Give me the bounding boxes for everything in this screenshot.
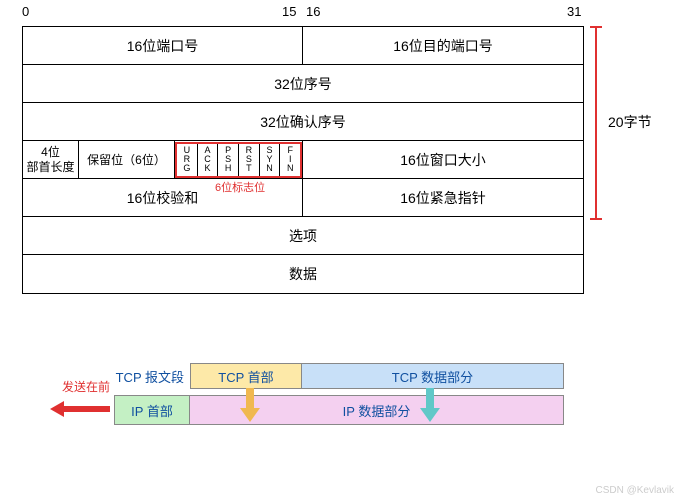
flag-ack: ACK [198,144,219,176]
bit-label-31: 31 [567,4,581,19]
data-field: 数据 [23,255,583,293]
tcp-segment-row: TCP 报文段 TCP 首部 TCP 数据部分 [60,362,620,390]
watermark: CSDN @Kevlavik [595,485,674,496]
bit-label-0: 0 [22,4,29,19]
src-port-field: 16位端口号 [23,27,303,64]
tcp-header-table: 16位端口号 16位目的端口号 32位序号 32位确认序号 4位 部首长度 保留… [22,26,584,294]
options-field: 选项 [23,217,583,254]
arrow-down-icon [240,388,260,422]
bit-label-15: 15 [282,4,296,19]
tcp-header-box: TCP 首部 [190,363,302,389]
dst-port-field: 16位目的端口号 [303,27,583,64]
flag-urg: URG [177,144,198,176]
tcp-data-box: TCP 数据部分 [302,363,564,389]
table-row: 4位 部首长度 保留位（6位） URG ACK PSH RST SYN FIN … [23,141,583,179]
flags-label: 6位标志位 [215,179,265,195]
size-bracket-icon [590,26,602,220]
send-first-label: 发送在前 [56,378,116,395]
table-row: 数据 [23,255,583,293]
flag-psh: PSH [218,144,239,176]
flag-rst: RST [239,144,260,176]
table-row: 32位确认序号 [23,103,583,141]
bit-label-16: 16 [306,4,320,19]
ip-datagram-row: 发送在前 IP 首部 IP 数据部分 [60,394,620,426]
arrow-down-icon [420,388,440,422]
flags-field: URG ACK PSH RST SYN FIN 6位标志位 [175,141,303,178]
header-length-field: 4位 部首长度 [23,141,79,178]
flag-fin: FIN [280,144,300,176]
flag-syn: SYN [260,144,281,176]
table-row: 32位序号 [23,65,583,103]
encapsulation-diagram: TCP 报文段 TCP 首部 TCP 数据部分 发送在前 IP 首部 IP 数据… [60,362,620,426]
arrow-left-icon [50,404,112,414]
table-row: 选项 [23,217,583,255]
seq-field: 32位序号 [23,65,583,102]
table-row: 16位端口号 16位目的端口号 [23,27,583,65]
ack-field: 32位确认序号 [23,103,583,140]
window-field: 16位窗口大小 [303,141,583,178]
ip-header-box: IP 首部 [114,395,190,425]
reserved-field: 保留位（6位） [79,141,175,178]
urgent-ptr-field: 16位紧急指针 [303,179,583,216]
table-row: 16位校验和 16位紧急指针 [23,179,583,217]
flags-box: URG ACK PSH RST SYN FIN [175,142,302,178]
header-size-label: 20字节 [608,112,652,132]
